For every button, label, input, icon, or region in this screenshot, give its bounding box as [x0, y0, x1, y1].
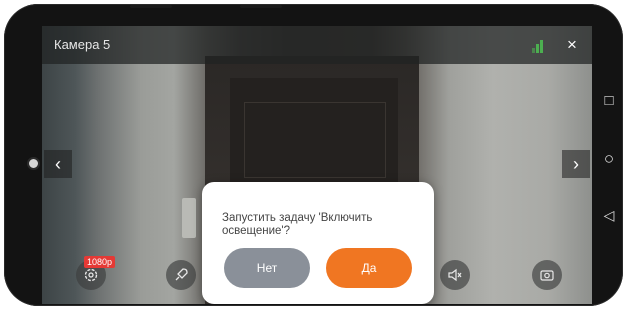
power-button [240, 5, 282, 8]
next-camera-button[interactable]: › [562, 150, 590, 178]
screenshot-icon [540, 270, 554, 281]
camera-screen: Камера 5 × ‹ › 1080p Запустить задачу 'В… [42, 26, 592, 304]
phone-frame: Камера 5 × ‹ › 1080p Запустить задачу 'В… [4, 4, 623, 306]
video-light-switch [182, 198, 196, 238]
recents-button[interactable]: □ [594, 92, 624, 112]
volume-button [130, 5, 172, 8]
video-door-panel [244, 102, 386, 178]
back-button[interactable]: ◁ [594, 207, 624, 227]
dialog-message: Запустить задачу 'Включить освещение'? [222, 212, 373, 237]
confirm-dialog: Запустить задачу 'Включить освещение'? Н… [202, 182, 434, 304]
mute-icon [448, 268, 462, 282]
close-button[interactable]: × [562, 34, 582, 56]
prev-camera-button[interactable]: ‹ [44, 150, 72, 178]
front-camera [27, 157, 40, 170]
tasks-button[interactable] [166, 260, 196, 290]
screenshot-button[interactable] [532, 260, 562, 290]
home-button[interactable]: ○ [594, 149, 624, 169]
rocket-icon [175, 268, 188, 281]
cancel-button[interactable]: Нет [224, 248, 310, 288]
mute-button[interactable] [440, 260, 470, 290]
signal-icon [532, 39, 546, 53]
camera-title: Камера 5 [54, 37, 111, 52]
settings-icon [84, 268, 98, 282]
quality-badge: 1080p [84, 256, 116, 268]
top-bar: Камера 5 × [42, 26, 592, 64]
confirm-button[interactable]: Да [326, 248, 412, 288]
